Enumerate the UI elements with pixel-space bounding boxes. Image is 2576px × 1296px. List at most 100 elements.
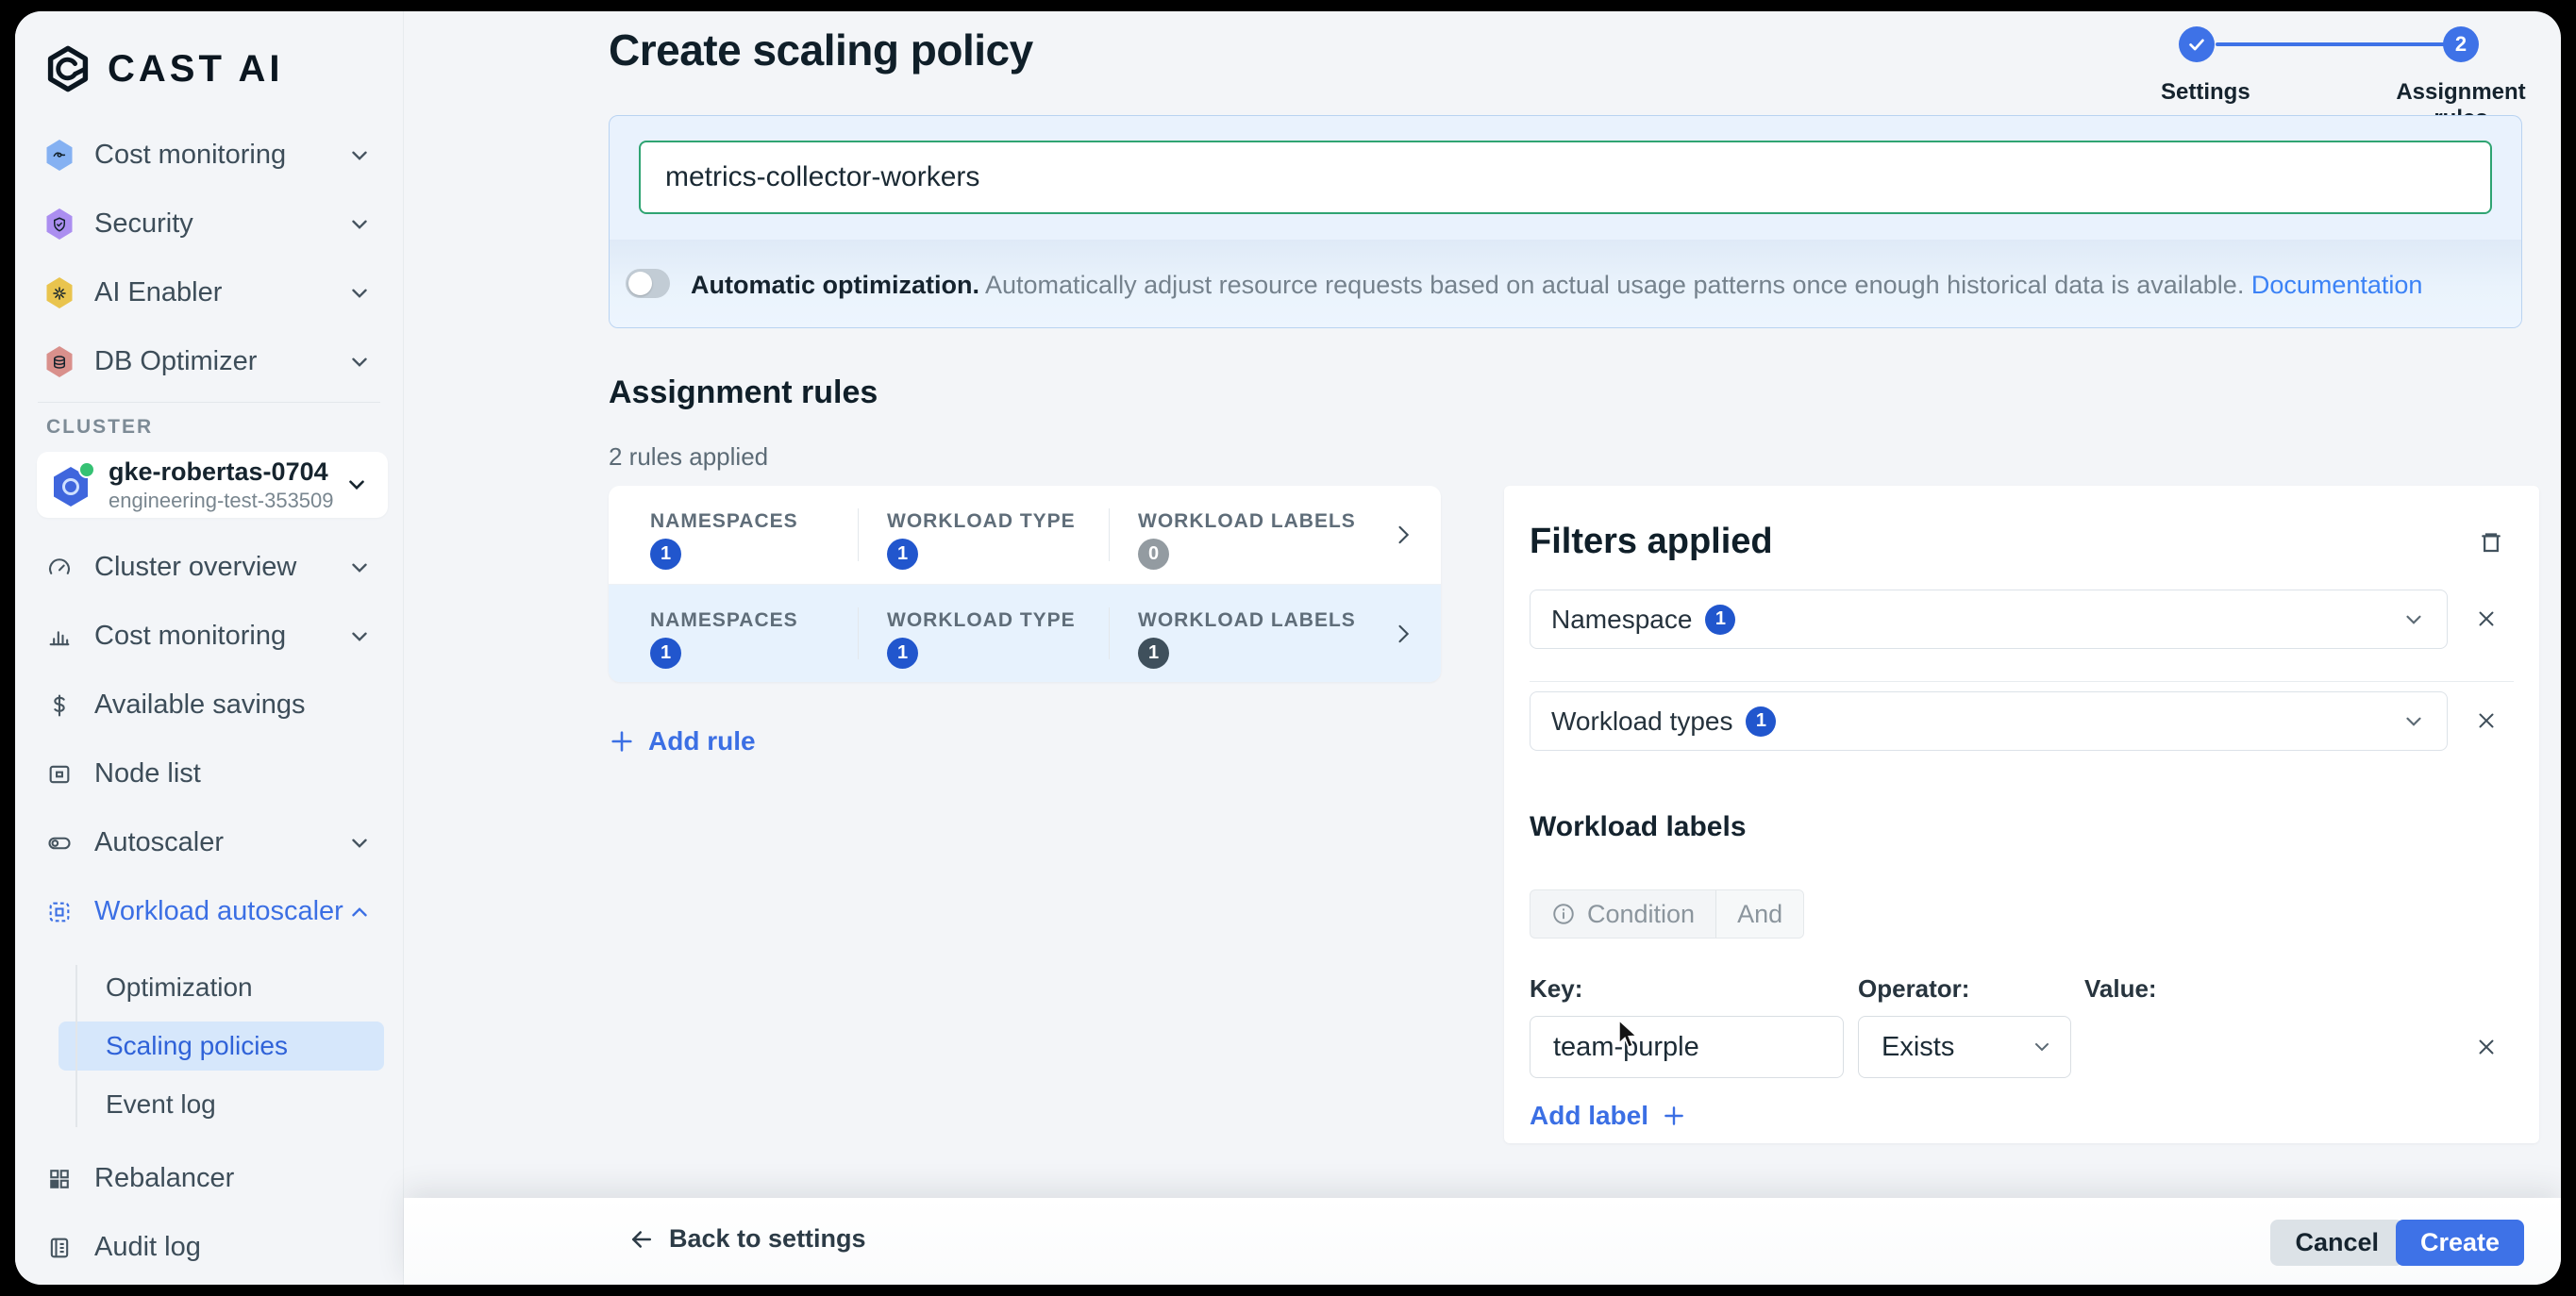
chevron-down-icon <box>347 831 372 856</box>
workload-labels-column-label: WORKLOAD LABELS <box>1138 609 1356 632</box>
sidebar-item-node-list[interactable]: Node list <box>15 739 403 808</box>
create-button[interactable]: Create <box>2396 1220 2524 1266</box>
sidebar-item-security[interactable]: Security <box>15 190 403 258</box>
org-nav: Cost monitoring Security AI Enabler <box>15 121 403 396</box>
sidebar-item-cluster-overview[interactable]: Cluster overview <box>15 533 403 602</box>
auto-optimization-toggle[interactable] <box>626 269 670 298</box>
value-label: Value: <box>2084 974 2157 1004</box>
policy-settings-panel: Automatic optimization. Automatically ad… <box>609 115 2522 328</box>
sidebar-item-available-savings[interactable]: Available savings <box>15 671 403 739</box>
database-icon <box>45 346 74 377</box>
chevron-down-icon <box>2031 1036 2053 1058</box>
sidebar-item-autoscaler[interactable]: Autoscaler <box>15 808 403 877</box>
workload-type-column-label: WORKLOAD TYPE <box>887 609 1076 632</box>
sidebar-item-label: Available savings <box>94 690 372 721</box>
chevron-right-icon[interactable] <box>1390 522 1416 548</box>
operator-label: Operator: <box>1858 974 1969 1004</box>
documentation-link[interactable]: Documentation <box>2251 271 2423 299</box>
sidebar-item-ai-enabler[interactable]: AI Enabler <box>15 258 403 327</box>
label-key-input[interactable] <box>1530 1016 1844 1078</box>
chevron-right-icon[interactable] <box>1390 621 1416 647</box>
sidebar-item-label: Rebalancer <box>94 1163 372 1194</box>
workload-autoscaler-icon <box>45 898 74 926</box>
add-rule-button[interactable]: Add rule <box>609 726 756 756</box>
namespace-filter-dropdown[interactable]: Namespace 1 <box>1530 590 2448 649</box>
operator-select[interactable]: Exists <box>1858 1016 2071 1078</box>
step-assignment-circle[interactable]: 2 <box>2443 26 2479 62</box>
policy-name-input[interactable] <box>639 141 2492 214</box>
sidebar-item-label: AI Enabler <box>94 277 347 308</box>
workload-labels-count-badge: 1 <box>1138 638 1169 669</box>
workload-type-count-badge: 1 <box>887 539 918 570</box>
chevron-down-icon <box>347 556 372 580</box>
rule-row-2[interactable]: NAMESPACES WORKLOAD TYPE WORKLOAD LABELS… <box>609 584 1441 682</box>
namespace-filter-count-badge: 1 <box>1705 605 1735 635</box>
info-icon <box>1551 902 1576 926</box>
workload-labels-heading: Workload labels <box>1530 811 1747 843</box>
sidebar-item-label: Cost monitoring <box>94 140 347 171</box>
cancel-button[interactable]: Cancel <box>2270 1220 2403 1266</box>
stepper-connector <box>2216 42 2463 46</box>
cost-monitoring-icon <box>45 140 74 171</box>
arrow-left-icon <box>627 1225 656 1254</box>
workload-type-column-label: WORKLOAD TYPE <box>887 510 1076 533</box>
sidebar-item-label: Cost monitoring <box>94 621 347 652</box>
document-icon <box>45 1234 74 1262</box>
chevron-down-icon <box>347 624 372 649</box>
workload-types-filter-count-badge: 1 <box>1746 706 1776 737</box>
namespaces-column-label: NAMESPACES <box>650 609 798 632</box>
workload-types-filter-dropdown[interactable]: Workload types 1 <box>1530 691 2448 751</box>
toggle-icon <box>45 829 74 857</box>
bar-chart-icon <box>45 623 74 651</box>
plus-icon <box>1662 1104 1686 1128</box>
auto-optimization-label: Automatic optimization. <box>691 271 979 299</box>
sidebar-item-cost-monitoring-cluster[interactable]: Cost monitoring <box>15 602 403 671</box>
auto-optimization-row: Automatic optimization. Automatically ad… <box>610 240 2521 327</box>
sidebar-divider <box>38 402 380 403</box>
namespaces-count-badge: 1 <box>650 539 681 570</box>
sidebar-item-cost-monitoring-org[interactable]: Cost monitoring <box>15 121 403 190</box>
add-label-button[interactable]: Add label <box>1530 1101 1686 1131</box>
rules-list: NAMESPACES WORKLOAD TYPE WORKLOAD LABELS… <box>609 486 1441 682</box>
check-icon <box>2186 34 2207 55</box>
node-square-icon <box>45 760 74 789</box>
condition-segment[interactable]: Condition <box>1531 890 1715 938</box>
back-to-settings-link[interactable]: Back to settings <box>627 1224 866 1254</box>
cluster-project: engineering-test-353509 <box>109 489 344 513</box>
sidebar-item-label: DB Optimizer <box>94 346 347 377</box>
step-settings-circle[interactable] <box>2179 26 2215 62</box>
sidebar-item-db-optimizer[interactable]: DB Optimizer <box>15 327 403 396</box>
and-segment[interactable]: And <box>1715 890 1803 938</box>
remove-workload-types-filter-icon[interactable] <box>2474 708 2499 733</box>
sidebar-item-rebalancer[interactable]: Rebalancer <box>15 1144 403 1213</box>
cluster-name: gke-robertas-0704 <box>109 457 344 487</box>
auto-optimization-description: Automatically adjust resource requests b… <box>979 271 2251 299</box>
rules-applied-count: 2 rules applied <box>609 442 768 472</box>
remove-namespace-filter-icon[interactable] <box>2474 606 2499 631</box>
dollar-icon <box>45 691 74 720</box>
sidebar-item-event-log[interactable]: Event log <box>15 1076 403 1133</box>
logo[interactable]: CAST AI <box>15 11 403 94</box>
cluster-selector[interactable]: gke-robertas-0704 engineering-test-35350… <box>37 452 388 518</box>
footer-bar: Back to settings Cancel Create <box>404 1198 2561 1285</box>
sidebar-item-workload-autoscaler[interactable]: Workload autoscaler <box>15 877 403 946</box>
rule-row-1[interactable]: NAMESPACES WORKLOAD TYPE WORKLOAD LABELS… <box>609 486 1441 584</box>
chevron-down-icon <box>347 212 372 237</box>
chevron-down-icon <box>347 281 372 306</box>
namespaces-count-badge: 1 <box>650 638 681 669</box>
ai-sparkle-icon <box>45 277 74 308</box>
bottom-nav: Rebalancer Audit log <box>15 1144 403 1282</box>
sidebar-item-audit-log[interactable]: Audit log <box>15 1213 403 1282</box>
namespace-filter-label: Namespace <box>1551 605 1692 635</box>
workload-labels-column-label: WORKLOAD LABELS <box>1138 510 1356 533</box>
sidebar-item-scaling-policies[interactable]: Scaling policies <box>59 1022 384 1071</box>
sidebar-item-label: Security <box>94 208 347 240</box>
remove-label-row-icon[interactable] <box>2474 1035 2499 1059</box>
sidebar-item-optimization[interactable]: Optimization <box>15 959 403 1016</box>
sidebar: CAST AI Cost monitoring Security <box>15 11 404 1285</box>
assignment-rules-heading: Assignment rules <box>609 374 878 411</box>
delete-rule-trash-icon[interactable] <box>2477 527 2505 559</box>
workload-types-filter-label: Workload types <box>1551 706 1732 737</box>
castai-logo-icon <box>43 42 92 95</box>
main-content: Create scaling policy 2 Settings Assignm… <box>404 11 2561 1285</box>
